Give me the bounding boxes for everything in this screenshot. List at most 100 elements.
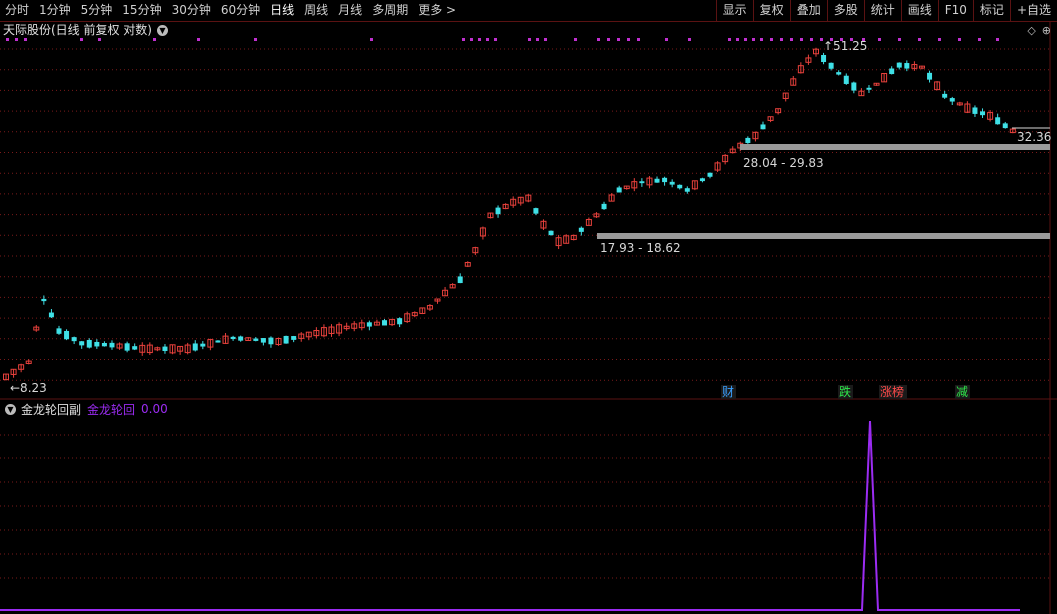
indicator-header: ▼ 金龙轮回副 金龙轮回 0.00 (0, 401, 168, 417)
candle-body (366, 322, 372, 327)
chart-header: 天际股份(日线 前复权 对数) ▼ (0, 22, 168, 39)
chevron-down-icon[interactable]: ▼ (157, 25, 168, 36)
event-marker-dot (627, 38, 630, 41)
candle-body (192, 343, 198, 351)
event-marker-dot (770, 38, 773, 41)
event-marker-dot (752, 38, 755, 41)
event-marker-dot (665, 38, 668, 41)
event-tag: 跌 (839, 384, 851, 399)
candle-body (533, 208, 539, 214)
chevron-down-icon[interactable]: ▼ (5, 403, 16, 415)
candle-body (745, 137, 751, 144)
kline-chart[interactable]: 28.04 - 29.83 17.93 - 18.62 ↑51.25 ←8.23 32.… (0, 0, 1057, 614)
event-marker-dot (850, 38, 853, 41)
candle-body (101, 342, 107, 347)
last-price-label: 32.36 (1017, 130, 1051, 144)
event-marker-dot (637, 38, 640, 41)
event-marker-dot (840, 38, 843, 41)
indicator-line (0, 420, 1020, 611)
candle-body (64, 330, 70, 340)
high-price-label: ↑51.25 (823, 39, 867, 53)
event-marker-dot (370, 38, 373, 41)
candle-body (707, 172, 713, 177)
candle-body (200, 343, 206, 347)
candle-body (124, 343, 130, 351)
zone-label: 17.93 - 18.62 (600, 241, 681, 255)
candle-body (382, 320, 387, 326)
candle-body (578, 227, 584, 232)
event-marker-dot (536, 38, 539, 41)
candle-body (86, 339, 92, 348)
candle-body (132, 346, 138, 350)
event-marker-dot (197, 38, 200, 41)
candle-body (942, 93, 948, 98)
event-marker-dot (728, 38, 731, 41)
event-tag: 减 (956, 385, 968, 399)
candle-body (215, 340, 221, 343)
candle-body (889, 68, 895, 75)
event-marker-dot (528, 38, 531, 41)
candle-body (904, 63, 910, 69)
event-marker-dot (597, 38, 600, 41)
low-price-label: ←8.23 (10, 381, 47, 395)
event-marker-dot (470, 38, 473, 41)
event-marker-dot (486, 38, 489, 41)
corner-icons: ◇ ⊕ (1027, 24, 1051, 37)
event-marker-dot (574, 38, 577, 41)
candle-body (760, 124, 766, 130)
event-marker-dot (780, 38, 783, 41)
candle-body (548, 230, 554, 236)
event-marker-dot (958, 38, 961, 41)
event-marker-dot (820, 38, 823, 41)
candle-body (669, 181, 675, 185)
candle-body (291, 336, 297, 340)
candle-body (677, 184, 683, 189)
candle-body (253, 338, 259, 341)
candle-body (866, 87, 872, 90)
candle-body (283, 335, 289, 344)
candle-body (828, 62, 834, 69)
event-marker-dot (607, 38, 610, 41)
event-marker-dot (938, 38, 941, 41)
candle-body (927, 72, 933, 80)
event-marker-dot (918, 38, 921, 41)
event-marker-dot (862, 38, 865, 41)
event-marker-dot (744, 38, 747, 41)
event-marker-dot (996, 38, 999, 41)
candle-body (41, 298, 47, 302)
candle-body (949, 98, 955, 102)
candle-body (836, 72, 842, 75)
event-marker-dot (878, 38, 881, 41)
candle-body (238, 336, 244, 341)
candle-body (48, 312, 54, 318)
event-marker-dot (898, 38, 901, 41)
event-tag: 涨榜 (880, 384, 904, 399)
event-marker-dot (830, 38, 833, 41)
zone-label: 28.04 - 29.83 (743, 156, 824, 170)
candle-body (896, 62, 902, 68)
event-marker-dot (736, 38, 739, 41)
candle-body (79, 341, 85, 346)
candle-body (56, 328, 62, 334)
candle-body (616, 187, 622, 193)
event-marker-dot (478, 38, 481, 41)
circle-plus-icon[interactable]: ⊕ (1042, 24, 1051, 37)
candle-body (821, 54, 827, 63)
support-zone-bar (740, 144, 1050, 150)
candle-body (109, 342, 115, 348)
event-marker-dot (688, 38, 691, 41)
support-zone-bar (597, 233, 1050, 239)
indicator-series-name: 金龙轮回 (87, 402, 136, 417)
candle-body (662, 177, 668, 183)
event-marker-dot (800, 38, 803, 41)
diamond-icon[interactable]: ◇ (1027, 24, 1035, 37)
event-marker-dot (254, 38, 257, 41)
candle-body (71, 337, 77, 342)
event-marker-dot (978, 38, 981, 41)
candle-body (980, 111, 986, 116)
candle-body (94, 341, 100, 347)
event-marker-dot (810, 38, 813, 41)
candle-body (162, 346, 168, 352)
candle-body (972, 107, 978, 114)
candle-body (268, 337, 274, 345)
